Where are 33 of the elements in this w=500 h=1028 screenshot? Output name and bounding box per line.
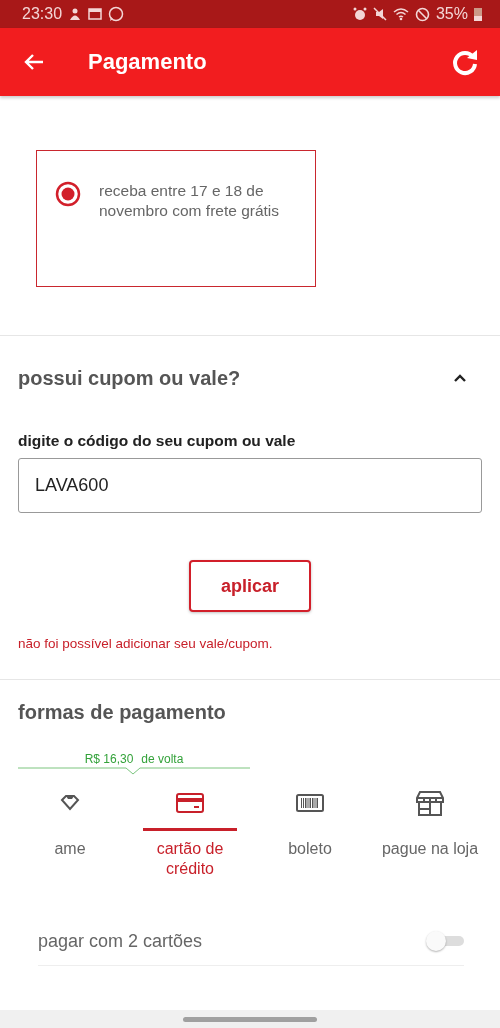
payment-method-tab[interactable]: ame	[10, 790, 130, 879]
delivery-text: receba entre 17 e 18 de novembro com frete grátis	[99, 181, 281, 221]
alarm-icon	[352, 7, 367, 21]
notification-icon	[68, 7, 83, 21]
apply-button[interactable]: aplicar	[189, 560, 311, 612]
section-title: possui cupom ou vale?	[18, 366, 242, 390]
field-label: digite o código do seu cupom ou vale	[18, 432, 297, 450]
mute-icon	[372, 7, 387, 21]
toggle-switch[interactable]	[426, 932, 464, 950]
battery-percent: 35%	[435, 5, 468, 23]
clock: 23:30	[22, 5, 63, 23]
toggle-label: pagar com 2 cartões	[38, 930, 204, 952]
blocked-icon	[414, 6, 430, 22]
home-indicator[interactable]	[183, 1016, 317, 1022]
refresh-icon[interactable]	[450, 47, 480, 77]
cashback-text: de volta	[141, 752, 184, 766]
store-icon	[416, 790, 444, 816]
page-title: Pagamento	[88, 49, 208, 75]
chevron-up-icon[interactable]	[452, 372, 468, 384]
calendar-icon	[88, 8, 103, 20]
battery-icon	[474, 7, 482, 21]
wifi-icon	[392, 7, 409, 21]
radio-button[interactable]	[55, 181, 81, 207]
coupon-input-field[interactable]: LAVA600	[18, 458, 482, 513]
section-title: formas de pagamento	[18, 700, 227, 724]
payment-method-tab[interactable]: pague na loja	[370, 790, 490, 879]
payment-method-tab[interactable]: boleto	[250, 790, 370, 879]
credit-card-icon	[176, 790, 204, 816]
chat-icon	[108, 6, 125, 22]
payment-method-tab[interactable]: cartão de crédito	[130, 790, 250, 879]
cashback-amount: R$ 16,30	[84, 752, 134, 766]
delivery-option[interactable]: receba entre 17 e 18 de novembro com frete grátis	[36, 150, 316, 287]
error-message: não foi possível adicionar seu vale/cupom.	[18, 636, 274, 651]
